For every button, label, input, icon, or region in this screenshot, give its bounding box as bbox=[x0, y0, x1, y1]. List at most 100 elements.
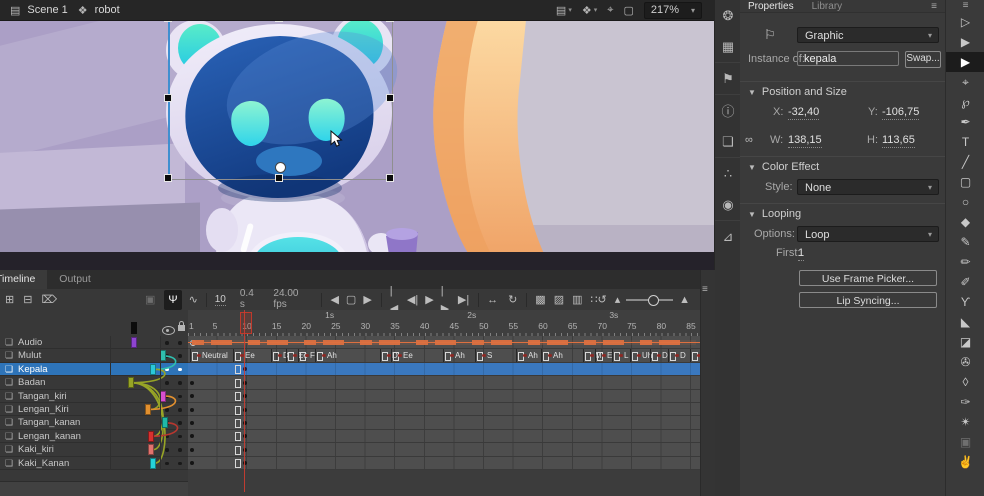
tab-library[interactable]: Library bbox=[812, 1, 843, 12]
clip-content-icon[interactable]: ▢ bbox=[623, 4, 633, 17]
link-dimensions-icon[interactable]: ∞ bbox=[745, 134, 753, 146]
loop-options-select[interactable]: Loop ▾ bbox=[797, 226, 939, 242]
position-size-section-header[interactable]: ▼ Position and Size bbox=[740, 81, 945, 102]
loop-playback-icon[interactable]: ↻ bbox=[508, 291, 517, 309]
delete-layer-icon[interactable]: ⌦ bbox=[41, 291, 57, 309]
transform-panel-icon[interactable]: ❏ bbox=[715, 126, 741, 158]
clapperboard-icon[interactable]: ▤ bbox=[10, 4, 20, 17]
transformation-point[interactable] bbox=[275, 162, 286, 173]
edit-scene-dropdown-icon[interactable]: ▾ bbox=[568, 6, 572, 14]
frame-row-Audio[interactable] bbox=[188, 336, 700, 349]
bone-tool[interactable]: Ƴ bbox=[946, 292, 984, 312]
h-value[interactable]: 113,65 bbox=[882, 134, 915, 148]
pen-tool[interactable]: ✒ bbox=[946, 112, 984, 132]
prev-frame-icon[interactable]: ◀| bbox=[407, 291, 418, 309]
playhead-line[interactable] bbox=[244, 310, 246, 492]
lasso-tool[interactable]: ℘ bbox=[946, 92, 984, 112]
graph-editor-icon[interactable]: ∿ bbox=[189, 291, 198, 309]
phoneme-segment[interactable]: Ah bbox=[315, 349, 380, 361]
symbol-icon[interactable]: ❖ bbox=[78, 4, 88, 17]
symbol-type-select[interactable]: Graphic ▾ bbox=[797, 27, 939, 43]
phoneme-segment[interactable]: Uh bbox=[630, 349, 650, 361]
transform-handle[interactable] bbox=[386, 94, 394, 102]
transform-handle[interactable] bbox=[164, 94, 172, 102]
timeline-zoom-knob[interactable] bbox=[648, 295, 659, 306]
width-tool[interactable]: ✑ bbox=[946, 392, 984, 412]
transform-handle[interactable] bbox=[386, 174, 394, 182]
free-transform-tool[interactable]: ⌖ bbox=[946, 72, 984, 92]
properties-menu-icon[interactable]: ≡ bbox=[931, 1, 937, 12]
zoom-in-icon[interactable]: ▲ bbox=[679, 291, 690, 309]
oval-tool[interactable]: ○ bbox=[946, 192, 984, 212]
go-last-icon[interactable]: ▶| bbox=[458, 291, 469, 309]
style-select[interactable]: None ▾ bbox=[797, 179, 939, 195]
phoneme-segment[interactable]: Neutral bbox=[190, 349, 233, 361]
paint-bucket-tool[interactable]: ◣ bbox=[946, 312, 984, 332]
zoom-level-select[interactable]: 217% ▾ bbox=[644, 2, 702, 19]
use-frame-picker-button[interactable]: Use Frame Picker... bbox=[799, 270, 937, 286]
color-panel-icon[interactable]: ❂ bbox=[715, 0, 741, 31]
frame-row-Lengan_kanan[interactable] bbox=[188, 430, 700, 443]
phoneme-segment[interactable]: D bbox=[380, 349, 391, 361]
phoneme-segment[interactable]: L bbox=[612, 349, 630, 361]
pencil-tool[interactable]: ✎ bbox=[946, 232, 984, 252]
frame-row-Lengan_Kiri[interactable] bbox=[188, 403, 700, 416]
instance-name-field[interactable]: kepala bbox=[797, 51, 899, 66]
phoneme-segment[interactable]: Ee bbox=[391, 349, 443, 361]
center-playhead-icon[interactable]: ↔ bbox=[487, 291, 498, 309]
info-panel-icon[interactable]: ⓘ bbox=[715, 95, 741, 126]
transform-handle[interactable] bbox=[275, 174, 283, 182]
x-value[interactable]: -32,40 bbox=[788, 106, 819, 120]
line-tool[interactable]: ╱ bbox=[946, 152, 984, 172]
frame-rate-value[interactable]: 24.00 fps bbox=[273, 288, 310, 311]
new-folder-icon[interactable]: ⊟ bbox=[23, 291, 32, 309]
first-frame-value[interactable]: 1 bbox=[798, 247, 804, 261]
phoneme-segment[interactable]: Ee bbox=[286, 349, 298, 361]
center-frame-icon[interactable]: ⌖ bbox=[607, 4, 613, 17]
new-layer-icon[interactable]: ⊞ bbox=[5, 291, 14, 309]
frame-ruler[interactable]: 15101520253035404550556065707580851s2s3s bbox=[188, 310, 700, 337]
history-panel-icon[interactable]: ⊿ bbox=[715, 221, 741, 252]
selection-tool[interactable]: ▶ bbox=[946, 32, 984, 52]
edit-symbols-icon[interactable]: ❖ bbox=[582, 4, 592, 17]
lip-syncing-button[interactable]: Lip Syncing... bbox=[799, 292, 937, 308]
step-back-icon[interactable]: ◀ bbox=[330, 291, 338, 309]
looping-section-header[interactable]: ▼ Looping bbox=[740, 203, 945, 224]
cc-libraries-panel-icon[interactable]: ◉ bbox=[715, 189, 741, 221]
frame-row-Badan[interactable] bbox=[188, 376, 700, 389]
swap-button[interactable]: Swap... bbox=[905, 51, 941, 68]
timeline-panel-menu-icon[interactable]: ≡ bbox=[702, 284, 708, 295]
active-selection-tool[interactable]: ▶ bbox=[946, 52, 984, 72]
phoneme-segment[interactable]: S bbox=[690, 349, 700, 361]
swatches-panel-icon[interactable]: ▦ bbox=[715, 31, 741, 63]
color-effect-section-header[interactable]: ▼ Color Effect bbox=[740, 156, 945, 177]
step-forward-icon[interactable]: ▶ bbox=[363, 291, 371, 309]
y-value[interactable]: -106,75 bbox=[882, 106, 919, 120]
text-tool[interactable]: T bbox=[946, 132, 984, 152]
phoneme-segment[interactable]: Ee bbox=[233, 349, 271, 361]
hand-tool[interactable]: ✌ bbox=[946, 452, 984, 472]
timeline-zoom-slider[interactable] bbox=[626, 299, 673, 301]
classic-brush-tool[interactable]: ✐ bbox=[946, 272, 984, 292]
align-panel-icon[interactable]: ⚑ bbox=[715, 63, 741, 95]
frame-row-Tangan_kanan[interactable] bbox=[188, 416, 700, 429]
fluid-brush-tool[interactable]: ✏ bbox=[946, 252, 984, 272]
frame-row-Kepala[interactable] bbox=[188, 363, 700, 376]
edit-symbols-dropdown-icon[interactable]: ▾ bbox=[594, 6, 598, 14]
polystar-tool[interactable]: ◆ bbox=[946, 212, 984, 232]
parent-view-icon[interactable]: Ψ bbox=[164, 290, 181, 310]
edit-scene-icon[interactable]: ▤ bbox=[556, 4, 566, 17]
tab-timeline[interactable]: Timeline bbox=[0, 270, 47, 289]
phoneme-segment[interactable]: D bbox=[271, 349, 286, 361]
elapsed-time-value[interactable]: 0.4 s bbox=[240, 288, 260, 311]
frame-indicator-icon[interactable]: ▢ bbox=[346, 291, 356, 309]
transform-handle[interactable] bbox=[164, 174, 172, 182]
camera-icon[interactable]: ▣ bbox=[145, 291, 155, 309]
playhead-marker[interactable] bbox=[240, 312, 252, 334]
frame-row-Kaki_Kanan[interactable] bbox=[188, 457, 700, 470]
onion-outline-icon[interactable]: ▨ bbox=[554, 291, 564, 309]
frame-row-Mulut[interactable]: NeutralEeDEeFAhDEeAhSAhAhMELUhDDS bbox=[188, 349, 700, 362]
breadcrumb-scene[interactable]: Scene 1 bbox=[27, 4, 67, 16]
brush-panel-icon[interactable]: ∴ bbox=[715, 158, 741, 189]
current-frame-value[interactable]: 10 bbox=[215, 294, 226, 306]
